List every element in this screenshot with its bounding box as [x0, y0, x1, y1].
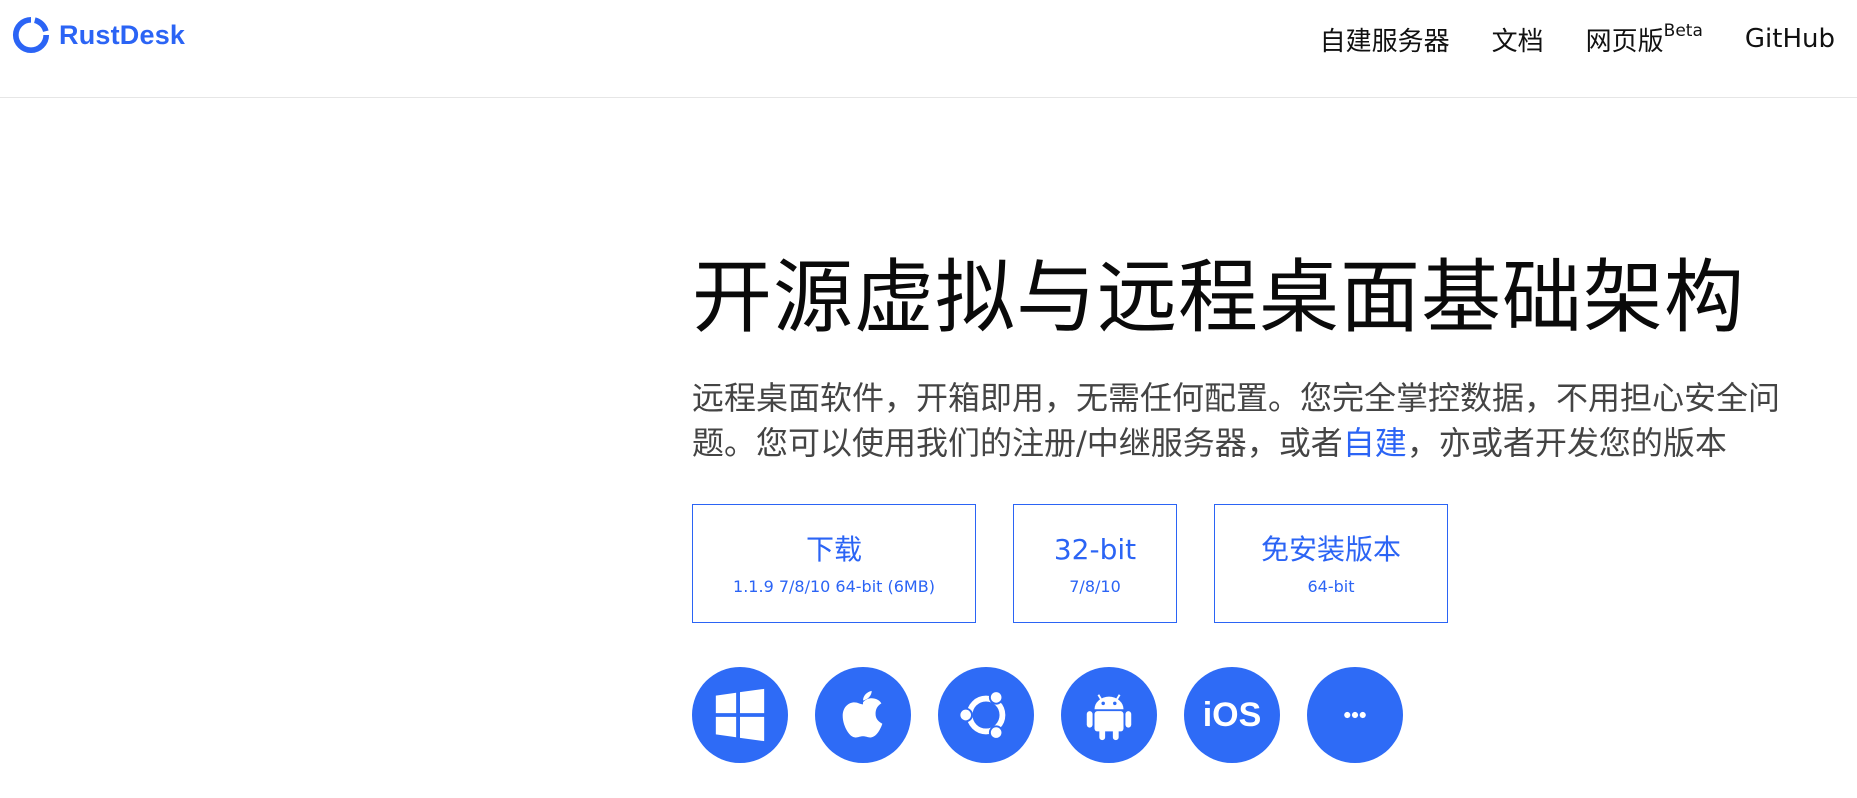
download-label: 32-bit	[1053, 532, 1137, 566]
download-version: 64-bit	[1307, 576, 1355, 596]
platform-ios-button[interactable]: iOS	[1184, 667, 1280, 763]
platform-android-button[interactable]	[1061, 667, 1157, 763]
rustdesk-logo-icon	[12, 16, 50, 54]
ios-icon: iOS	[1202, 695, 1262, 734]
platform-linux-button[interactable]	[938, 667, 1034, 763]
ubuntu-icon	[958, 690, 1006, 740]
logo-link[interactable]: RustDesk	[12, 15, 185, 55]
android-icon	[1086, 694, 1132, 741]
beta-badge: Beta	[1663, 20, 1703, 41]
platform-macos-button[interactable]	[815, 667, 911, 763]
hero-title: 开源虚拟与远程桌面基础架构	[692, 251, 1745, 344]
download-buttons: 下载 1.1.9 7/8/10 64-bit (6MB) 32-bit 7/8/…	[692, 504, 1448, 623]
download-label: 免安装版本	[1260, 532, 1401, 566]
more-icon	[1344, 711, 1366, 719]
logo-text: RustDesk	[59, 19, 186, 50]
self-host-link[interactable]: 自建	[1343, 424, 1407, 462]
nav-github[interactable]: GitHub	[1745, 24, 1835, 54]
download-version: 7/8/10	[1069, 576, 1121, 596]
nav-web[interactable]: 网页版Beta	[1586, 21, 1703, 58]
download-version: 1.1.9 7/8/10 64-bit (6MB)	[733, 576, 935, 596]
download-label: 下载	[805, 532, 862, 566]
download-32bit-button[interactable]: 32-bit 7/8/10	[1013, 504, 1177, 623]
platform-windows-button[interactable]	[692, 667, 788, 763]
nav-docs[interactable]: 文档	[1492, 21, 1544, 58]
hero-description: 远程桌面软件，开箱即用，无需任何配置。您完全掌控数据，不用担心安全问题。您可以使…	[692, 376, 1827, 466]
apple-icon	[842, 690, 883, 738]
platform-icons: iOS	[692, 667, 1403, 763]
hero-section: 开源虚拟与远程桌面基础架构 远程桌面软件，开箱即用，无需任何配置。您完全掌控数据…	[692, 250, 1832, 763]
nav-web-label: 网页版	[1585, 26, 1664, 57]
download-64bit-button[interactable]: 下载 1.1.9 7/8/10 64-bit (6MB)	[692, 504, 976, 623]
top-nav: 自建服务器 文档 网页版Beta GitHub	[1320, 17, 1835, 61]
windows-icon	[715, 688, 765, 742]
navbar: RustDesk 自建服务器 文档 网页版Beta GitHub	[0, 0, 1857, 98]
hero-desc-part2: ，亦或者开发您的版本	[1406, 424, 1727, 462]
download-portable-button[interactable]: 免安装版本 64-bit	[1214, 504, 1448, 623]
nav-self-host[interactable]: 自建服务器	[1320, 21, 1450, 58]
platform-more-button[interactable]	[1307, 667, 1403, 763]
